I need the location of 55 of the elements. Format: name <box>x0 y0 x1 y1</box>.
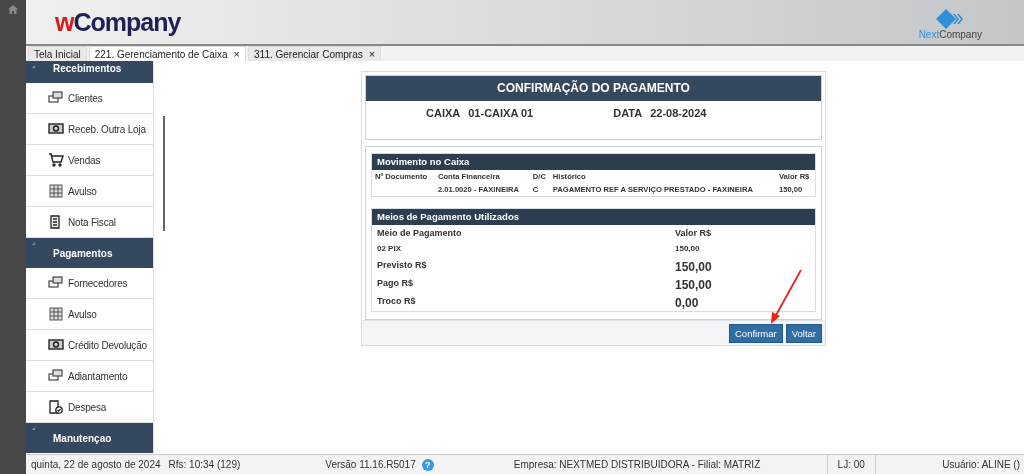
close-icon[interactable]: × <box>368 48 376 60</box>
status-store: LJ: 00 <box>826 455 876 474</box>
company-logo: wCompany <box>55 7 181 37</box>
back-button[interactable]: Voltar <box>785 323 822 343</box>
sidebar-section[interactable]: Manutençao <box>26 423 153 453</box>
close-icon[interactable]: × <box>233 48 240 60</box>
brand-logo: NextCompany <box>918 28 982 40</box>
cards-icon <box>48 91 64 105</box>
confirm-button[interactable]: Confirmar <box>729 323 783 343</box>
cash-icon <box>48 338 64 352</box>
caixa-value: 01-CAIXA 01 <box>468 107 535 121</box>
cart-icon <box>48 153 64 167</box>
sidebar-section[interactable]: Recebimentos <box>26 61 153 83</box>
tab[interactable]: Tela Inicial <box>28 46 87 61</box>
cards-icon <box>48 369 64 383</box>
sidebar-item[interactable]: Crédito Devolução <box>26 330 153 361</box>
check-icon <box>48 400 64 414</box>
home-icon[interactable] <box>8 5 18 14</box>
table-title: Meios de Pagamento Utilizados <box>372 209 815 225</box>
sidebar-item[interactable]: Adiantamento <box>26 361 153 392</box>
status-rfs: Rfs: 10:34 (129) <box>168 459 241 470</box>
table-title: Movimento no Caixa <box>372 154 815 170</box>
scrollbar[interactable] <box>163 116 165 231</box>
sidebar-item[interactable]: Clientes <box>26 83 153 114</box>
sidebar-item[interactable]: Vendas <box>26 145 153 176</box>
tab[interactable]: 311. Gerenciar Compras × <box>248 46 382 61</box>
column-header: Meio de Pagamento <box>377 228 463 240</box>
total-label: Troco R$ <box>377 296 417 308</box>
status-version: Versão 11.16.R5017 <box>325 459 416 470</box>
total-value: 0,00 <box>675 296 699 311</box>
sidebar-item[interactable]: Avulso <box>26 176 153 207</box>
caixa-label: CAIXA <box>426 107 461 121</box>
cash-icon <box>48 122 64 136</box>
data-value: 22-08-2024 <box>650 107 707 121</box>
sidebar-item[interactable]: Receb. Outra Loja <box>26 114 153 145</box>
grid-icon <box>48 184 64 198</box>
status-date: quinta, 22 de agosto de 2024 <box>31 459 161 470</box>
panel-title: CONFIRMAÇÃO DO PAGAMENTO <box>366 76 821 101</box>
table-cell-text: 02 PIX <box>377 244 402 255</box>
sidebar-item[interactable]: Avulso <box>26 299 153 330</box>
sidebar-section[interactable]: Pagamentos <box>26 238 153 268</box>
column-header: Valor R$ <box>675 228 712 240</box>
total-value: 150,00 <box>675 278 712 293</box>
total-label: Previsto R$ <box>377 260 428 272</box>
data-label: DATA <box>613 107 643 121</box>
sidebar-item[interactable]: Fornecedores <box>26 268 153 299</box>
annotation-arrow <box>769 269 803 325</box>
total-label: Pago R$ <box>377 278 414 290</box>
total-value: 150,00 <box>675 260 712 275</box>
status-user: Usuário: ALINE () <box>942 459 1020 470</box>
table-cell-text: 150,00 <box>675 244 700 255</box>
cards-icon <box>48 276 64 290</box>
tab[interactable]: 221. Gerenciamento de Caixa × <box>88 46 246 61</box>
status-company: Empresa: NEXTMED DISTRIBUIDORA - Filial: MATRIZ <box>513 459 761 470</box>
grid-icon <box>48 307 64 321</box>
